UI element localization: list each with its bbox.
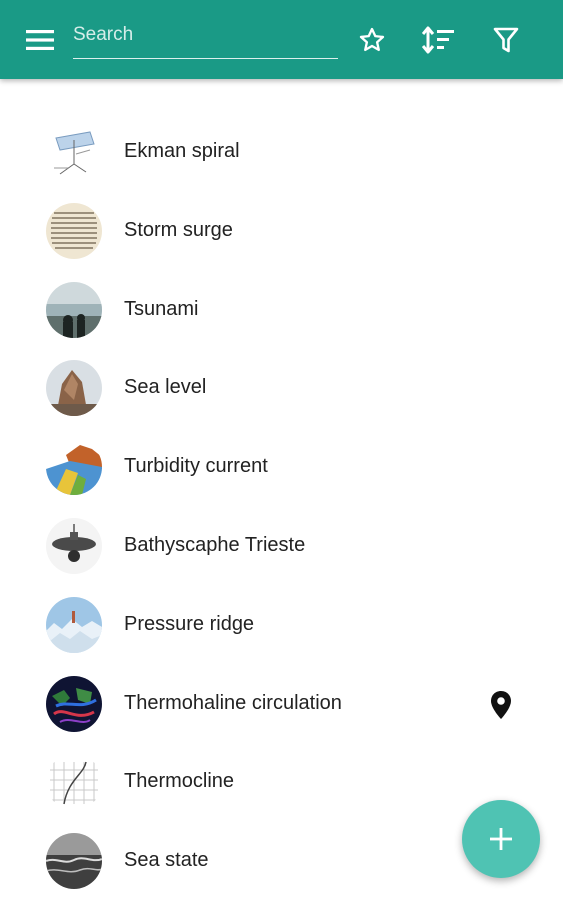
filter-button[interactable] xyxy=(486,20,526,60)
item-title: Bathyscaphe Trieste xyxy=(124,533,306,556)
menu-button[interactable] xyxy=(20,22,60,58)
favorites-button[interactable] xyxy=(352,20,392,60)
list-item[interactable]: Sea level xyxy=(0,348,563,427)
menu-icon xyxy=(26,30,54,50)
list-item[interactable]: Turbidity current xyxy=(0,427,563,506)
article-list: Ekman spiral Storm surge Tsunami Sea lev… xyxy=(0,112,563,900)
item-title: Thermohaline circulation xyxy=(124,691,342,714)
bathyscaphe-trieste-thumbnail xyxy=(46,517,102,574)
item-title: Ekman spiral xyxy=(124,140,240,162)
item-title: Turbidity current xyxy=(124,455,268,478)
list-item[interactable]: Ekman spiral xyxy=(0,112,563,191)
star-outline-icon xyxy=(359,27,385,52)
plus-icon xyxy=(490,828,512,850)
sort-icon xyxy=(422,26,454,54)
search-field xyxy=(73,18,338,59)
pressure-ridge-thumbnail xyxy=(46,596,102,653)
sort-button[interactable] xyxy=(419,20,459,60)
sea-state-thumbnail xyxy=(46,833,102,890)
ekman-spiral-thumbnail xyxy=(46,124,102,180)
app-bar xyxy=(0,0,563,79)
filter-icon xyxy=(493,27,519,53)
list-item[interactable]: Pressure ridge xyxy=(0,585,563,664)
item-title: Thermocline xyxy=(124,770,235,793)
list-item[interactable]: Thermohaline circulation xyxy=(0,664,563,743)
turbidity-current-thumbnail xyxy=(46,439,102,496)
list-item[interactable]: Bathyscaphe Trieste xyxy=(0,506,563,585)
location-pin-icon xyxy=(491,690,511,719)
item-title: Tsunami xyxy=(124,297,199,320)
item-title: Pressure ridge xyxy=(124,612,255,635)
tsunami-thumbnail xyxy=(46,281,102,338)
search-input[interactable] xyxy=(73,18,338,52)
thermocline-thumbnail xyxy=(46,754,102,811)
item-title: Storm surge xyxy=(124,218,233,241)
list-item[interactable]: Tsunami xyxy=(0,270,563,349)
item-title: Sea level xyxy=(124,376,207,399)
add-button[interactable] xyxy=(462,800,540,878)
thermohaline-circulation-thumbnail xyxy=(46,675,102,732)
sea-level-thumbnail xyxy=(46,360,102,417)
list-item[interactable]: Storm surge xyxy=(0,191,563,270)
storm-surge-thumbnail xyxy=(46,202,102,259)
item-title: Sea state xyxy=(124,849,209,872)
